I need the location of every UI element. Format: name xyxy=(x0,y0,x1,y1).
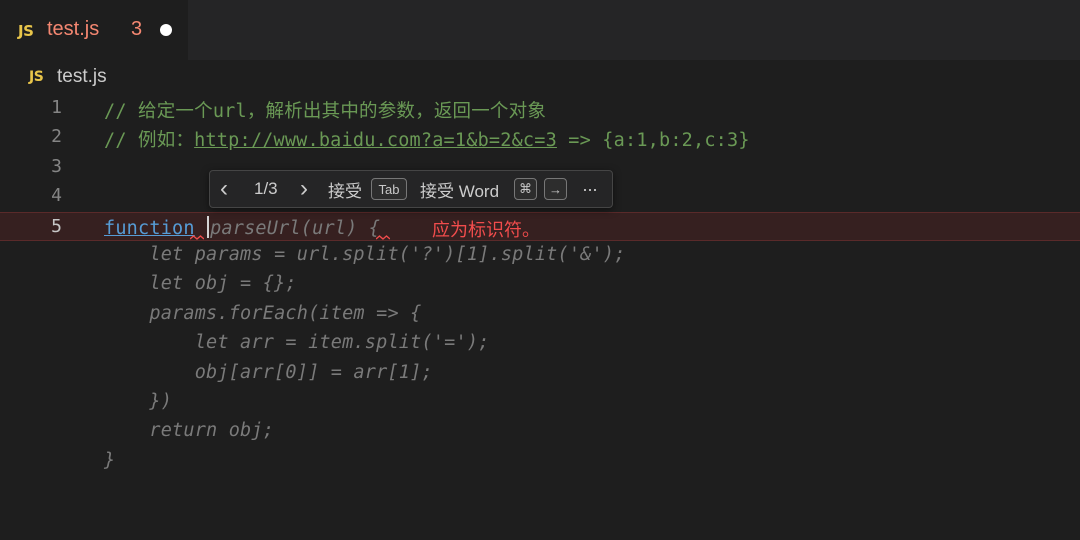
ghost-suggestion-text: parseUrl(url) { xyxy=(210,217,381,239)
code-line: } xyxy=(0,447,1080,476)
url-link[interactable]: http://www.baidu.com?a=1&b=2&c=3 xyxy=(194,130,557,151)
code-line: let params = url.split('?')[1].split('&'… xyxy=(0,241,1080,270)
line-number: 1 xyxy=(51,97,62,118)
accept-word-button[interactable]: 接受 Word xyxy=(420,171,499,207)
text-cursor xyxy=(207,215,210,238)
function-keyword: function xyxy=(104,217,195,239)
comment-text: // 给定一个url，解析出其中的参数，返回一个对象 xyxy=(104,101,547,122)
ghost-suggestion-text: let params = url.split('?')[1].split('&'… xyxy=(104,244,626,265)
code-line: let obj = {}; xyxy=(0,270,1080,299)
arrow-right-key-icon: → xyxy=(544,178,567,200)
ghost-suggestion-text: let arr = item.split('='); xyxy=(104,332,490,354)
code-content: // 例如：http://www.baidu.com?a=1&b=2&c=3 =… xyxy=(104,126,750,152)
current-code-line: 5 function parseUrl(url) { 应为标识符。 xyxy=(0,211,1080,241)
accept-button[interactable]: 接受 xyxy=(328,171,362,207)
ghost-suggestion-text: obj[arr[0]] = arr[1]; xyxy=(104,361,433,383)
error-message: 应为标识符。 xyxy=(432,219,540,241)
tab-label: test.js xyxy=(47,18,100,40)
code-line: 1 // 给定一个url，解析出其中的参数，返回一个对象 xyxy=(0,94,1080,123)
javascript-file-icon: JS xyxy=(29,69,44,85)
code-line: 2 // 例如：http://www.baidu.com?a=1&b=2&c=3… xyxy=(0,123,1080,152)
breadcrumb-file[interactable]: test.js xyxy=(57,66,107,88)
tab-key-hint: Tab xyxy=(371,178,407,200)
problems-count-badge: 3 xyxy=(131,18,143,40)
code-editor[interactable]: 1 // 给定一个url，解析出其中的参数，返回一个对象 2 // 例如：htt… xyxy=(0,94,1080,540)
ghost-suggestion-text: } xyxy=(104,449,116,471)
javascript-file-icon: JS xyxy=(18,22,34,40)
line-number: 4 xyxy=(51,185,62,207)
code-line: return obj; xyxy=(0,417,1080,446)
error-squiggle-icon xyxy=(190,234,204,240)
breadcrumb: JS test.js xyxy=(0,60,1080,94)
line-number: 3 xyxy=(51,155,62,177)
tab-test-js[interactable]: JS test.js 3 xyxy=(0,0,188,60)
next-suggestion-chevron-icon[interactable]: › xyxy=(300,171,308,207)
tab-bar: JS test.js 3 xyxy=(0,0,1080,60)
command-key-icon: ⌘ xyxy=(514,178,537,200)
inline-suggestion-toolbar: ‹ 1/3 › 接受 Tab 接受 Word ⌘ → ··· xyxy=(209,170,613,208)
ghost-suggestion-text: let obj = {}; xyxy=(104,273,297,295)
ghost-suggestion-text: return obj; xyxy=(104,420,275,442)
error-squiggle-icon xyxy=(376,234,390,240)
ghost-suggestion-text: }) xyxy=(104,391,173,412)
code-line: let arr = item.split('='); xyxy=(0,329,1080,358)
code-content: function parseUrl(url) { xyxy=(104,215,381,239)
code-line: params.forEach(item => { xyxy=(0,300,1080,329)
line-number: 2 xyxy=(51,126,62,148)
comment-text: // 例如： xyxy=(104,130,195,152)
more-actions-icon[interactable]: ··· xyxy=(582,171,598,207)
code-line: }) xyxy=(0,388,1080,417)
line-number: 5 xyxy=(51,215,62,237)
comment-text: => {a:1,b:2,c:3} xyxy=(556,130,750,152)
ghost-suggestion-text: params.forEach(item => { xyxy=(104,302,422,324)
code-line: obj[arr[0]] = arr[1]; xyxy=(0,359,1080,388)
suggestion-counter: 1/3 xyxy=(254,179,278,198)
previous-suggestion-chevron-icon[interactable]: ‹ xyxy=(220,171,228,207)
unsaved-dot-icon[interactable] xyxy=(160,24,172,36)
